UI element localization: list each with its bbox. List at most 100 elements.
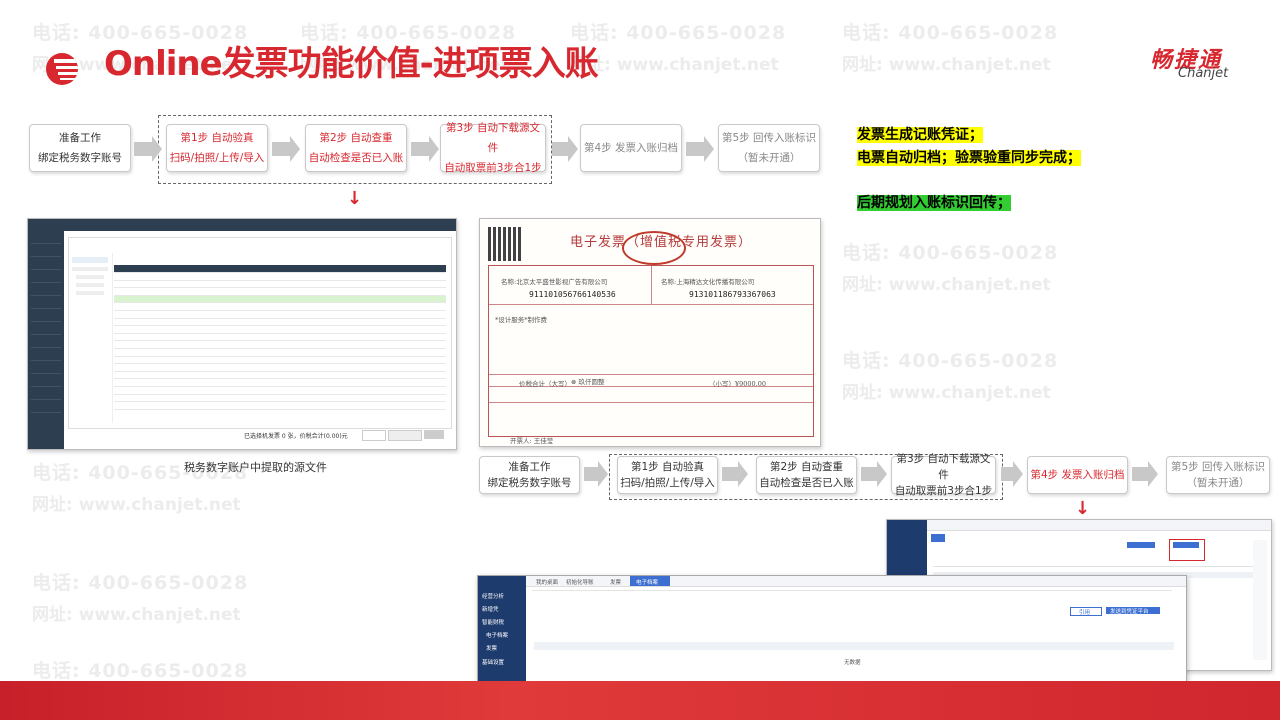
flow-arrow: [686, 136, 714, 162]
flow-arrow: [411, 136, 439, 162]
total-number: （小写）¥9000.00: [709, 380, 767, 388]
table-row[interactable]: [114, 295, 446, 304]
step-label: 第1步 自动验真: [180, 132, 254, 144]
cancel-button[interactable]: [362, 430, 386, 441]
step-label: 第5步 回传入账标识: [721, 132, 817, 144]
step-label: 第4步 发票入账归档: [1030, 469, 1125, 481]
menu-item[interactable]: 电子档案: [486, 631, 508, 639]
tab[interactable]: 我的桌面: [536, 578, 558, 586]
page-title: Online发票功能价值-进项票入账: [104, 44, 599, 84]
flow-arrow: [134, 136, 162, 162]
flow-arrow: [722, 461, 748, 487]
step-label: 第2步 自动查重: [319, 132, 393, 144]
action-button[interactable]: [388, 430, 422, 441]
button-label: 引用: [1079, 610, 1091, 616]
step-label: 第4步 发票入账归档: [583, 142, 679, 154]
app-tabs: [927, 520, 1271, 531]
app-sidebar: 经营分析 新增凭 智能财税 电子档案 发票 基础设置: [478, 576, 526, 682]
watermark-phone: 电话: 400-665-0028: [842, 350, 1059, 372]
table-row[interactable]: [114, 281, 446, 289]
menu-item[interactable]: 智能财税: [482, 618, 504, 626]
table-row[interactable]: [114, 334, 446, 342]
table-row[interactable]: [114, 326, 446, 334]
step-desc: 自动检查是否已入账: [759, 477, 854, 489]
seller-name: 名称:上海精达文化传播有限公司: [661, 278, 755, 286]
tab[interactable]: 发票: [610, 578, 621, 586]
tab[interactable]: 电子档案: [636, 578, 658, 586]
watermark-site: 网址: www.chanjet.net: [842, 55, 1051, 75]
table-row[interactable]: [114, 402, 446, 410]
tab-active[interactable]: [931, 534, 945, 542]
watermark-site: 网址: www.chanjet.net: [32, 495, 241, 515]
flow-top-step-5: 第5步 回传入账标识 （暂未开通）: [718, 124, 820, 172]
table-row[interactable]: [114, 303, 446, 311]
step-label: 准备工作: [59, 132, 101, 144]
table-row[interactable]: [114, 387, 446, 395]
watermark-site: 网址: www.chanjet.net: [570, 55, 779, 75]
menu-item[interactable]: 基础设置: [482, 658, 504, 666]
note-text: 发票生成记账凭证；: [857, 127, 983, 143]
step-desc: 自动取票前3步合1步: [444, 162, 542, 174]
buyer-tax-id: 91110105676614053​6: [529, 290, 616, 299]
step-label: 第3步 自动下载源文件: [445, 122, 541, 154]
table-row[interactable]: [114, 379, 446, 387]
send-voucher-button[interactable]: 发送到凭证平台: [1106, 607, 1160, 615]
screenshot-tax-account-list: 已选择机发票 0 张，价税合计(0.00)元: [27, 218, 457, 450]
flow-bottom-step-4: 第4步 发票入账归档: [1027, 456, 1128, 494]
step-label: 第1步 自动验真: [630, 461, 705, 473]
table-row[interactable]: [114, 395, 446, 403]
step-desc: 绑定税务数字账号: [38, 152, 122, 164]
action-button[interactable]: [1127, 542, 1155, 548]
step-desc: 扫码/拍照/上传/导入: [620, 477, 715, 489]
flow-arrow: [552, 136, 578, 162]
table-row[interactable]: [114, 372, 446, 380]
table-header: [114, 265, 446, 273]
table-row[interactable]: [114, 288, 446, 296]
tab-bar: 我的桌面 初始化导账 发票 电子档案: [526, 576, 1186, 587]
app-topbar: [28, 219, 456, 231]
confirm-button[interactable]: [424, 430, 444, 439]
step-label: 第2步 自动查重: [769, 461, 844, 473]
table-row[interactable]: [114, 273, 446, 281]
table-row[interactable]: [114, 311, 446, 319]
table-row[interactable]: [114, 364, 446, 372]
down-arrow-icon: ↓: [1075, 498, 1091, 519]
note-line-2: 电票自动归档；验票验重同步完成；: [857, 147, 1081, 167]
watermark-site: 网址: www.chanjet.net: [842, 383, 1051, 403]
watermark-site: 网址: www.chanjet.net: [842, 275, 1051, 295]
table-row[interactable]: [114, 319, 446, 327]
table-row[interactable]: [114, 341, 446, 349]
seller-tax-id: 913101186793367063: [689, 290, 776, 299]
step-desc: 自动取票前3步合1步: [894, 485, 993, 497]
footer-band: [0, 681, 1280, 720]
step-desc: 自动检查是否已入账: [308, 152, 404, 164]
quote-button[interactable]: 引用: [1070, 607, 1102, 616]
tab[interactable]: 初始化导账: [566, 578, 594, 586]
flow-top-step-2: 第2步 自动查重 自动检查是否已入账: [305, 124, 407, 172]
flow-top-step-1: 第1步 自动验真 扫码/拍照/上传/导入: [166, 124, 268, 172]
flow-arrow: [272, 136, 300, 162]
step-desc: 绑定税务数字账号: [487, 477, 572, 489]
menu-item[interactable]: 发票: [486, 644, 497, 652]
screenshot1-caption: 税务数字账户中提取的源文件: [184, 461, 327, 474]
watermark-phone: 电话: 400-665-0028: [842, 242, 1059, 264]
table-row[interactable]: [114, 357, 446, 365]
menu-item[interactable]: 新增凭: [482, 605, 499, 613]
watermark-phone: 电话: 400-665-0028: [842, 22, 1059, 44]
empty-state: 无数据: [844, 660, 861, 666]
table-row[interactable]: [114, 349, 446, 357]
flow-top-step-3: 第3步 自动下载源文件 自动取票前3步合1步: [440, 122, 546, 174]
archive-button[interactable]: [1173, 542, 1199, 548]
invoice-image: 电子发票（增值税专用发票） 名称:北京太平盛世影视广告有限公司 91110105…: [479, 218, 821, 447]
menu-item[interactable]: 经营分析: [482, 592, 504, 600]
qr-code-icon: [488, 227, 522, 261]
issuer: 开票人: 王佳莹: [510, 437, 554, 445]
note-text: 后期规划入账标识回传；: [857, 195, 1011, 211]
flow-bottom-step-1: 第1步 自动验真 扫码/拍照/上传/导入: [617, 456, 718, 494]
flow-bottom-step-prepare: 准备工作 绑定税务数字账号: [479, 456, 580, 494]
note-line-1: 发票生成记账凭证；: [857, 124, 983, 144]
total-label: 价税合计（大写）: [519, 380, 571, 388]
flow-arrow: [1001, 461, 1023, 487]
flow-arrow: [584, 461, 608, 487]
table-header: [534, 642, 1174, 650]
